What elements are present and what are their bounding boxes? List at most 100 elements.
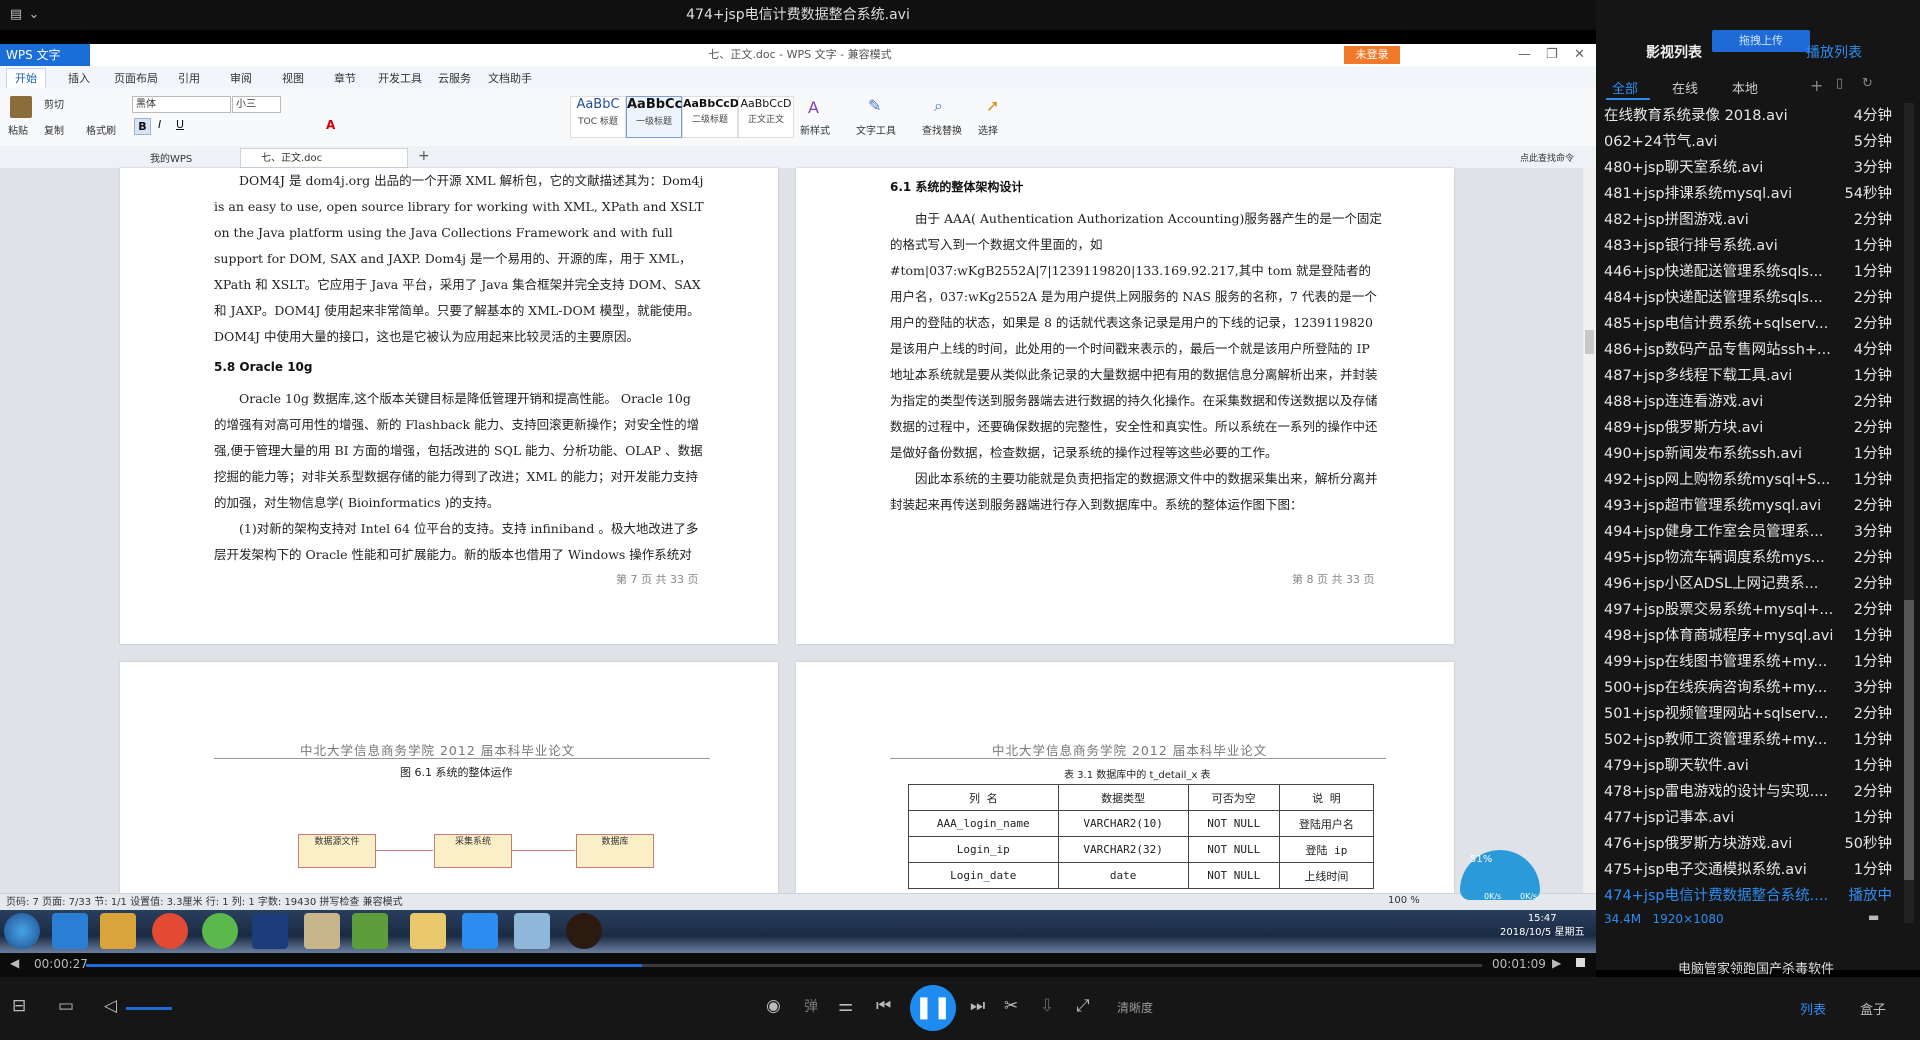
open-folder-icon[interactable]: ▭	[58, 996, 74, 1016]
tab-document[interactable]: 七、正文.doc	[240, 148, 408, 168]
view-icon[interactable]: ◉	[766, 996, 781, 1016]
minimize-icon[interactable]: —	[1518, 44, 1531, 66]
ad-banner[interactable]: 电脑管家领跑国产杀毒软件	[1678, 958, 1834, 977]
pause-button[interactable]: ❚❚	[910, 985, 956, 1031]
taskbar-clock[interactable]: 15:47 2018/10/5 星期五	[1500, 912, 1584, 940]
playlist-item[interactable]: 500+jsp在线疾病咨询系统+my... 3分钟	[1596, 675, 1902, 701]
menu-developer[interactable]: 开发工具	[378, 70, 422, 86]
sidebar-scroll-thumb[interactable]	[1904, 600, 1914, 880]
playlist-item[interactable]: 在线教育系统录像 2018.avi 4分钟	[1596, 103, 1902, 129]
style-body[interactable]: AaBbCcD 正文正文	[738, 96, 794, 138]
playlist-item[interactable]: 486+jsp数码产品专售网站ssh+... 4分钟	[1596, 337, 1902, 363]
chart-app-icon[interactable]	[352, 913, 388, 949]
italic-icon[interactable]: I	[158, 118, 161, 131]
playlist-item[interactable]: 496+jsp小区ADSL上网记费系... 2分钟	[1596, 571, 1902, 597]
app-icon[interactable]	[202, 913, 238, 949]
paste-label[interactable]: 粘贴	[8, 122, 28, 137]
playlist-item[interactable]: 488+jsp连连看游戏.avi 2分钟	[1596, 389, 1902, 415]
cursor-icon[interactable]: ➚	[986, 96, 999, 115]
format-painter-button[interactable]: 格式刷	[86, 122, 116, 137]
underline-icon[interactable]: U	[176, 118, 184, 131]
menu-review[interactable]: 审阅	[230, 70, 252, 86]
prev-frame-icon[interactable]: ◀	[10, 956, 19, 970]
app-icon[interactable]	[100, 913, 136, 949]
folder-icon[interactable]	[410, 913, 446, 949]
playlist-item[interactable]: 477+jsp记事本.avi 1分钟	[1596, 805, 1902, 831]
select-button[interactable]: 选择	[978, 122, 998, 137]
menu-chapter[interactable]: 章节	[334, 70, 356, 86]
menu-view[interactable]: 视图	[282, 70, 304, 86]
tab-all[interactable]: 全部	[1612, 78, 1638, 97]
playlist-item[interactable]: 497+jsp股票交易系统+mysql+... 2分钟	[1596, 597, 1902, 623]
wps-logo[interactable]: WPS 文字	[0, 44, 90, 66]
menu-assistant[interactable]: 文档助手	[488, 70, 532, 86]
login-button[interactable]: 未登录	[1344, 46, 1400, 64]
box-button[interactable]: 盒子	[1860, 999, 1886, 1018]
tool-icon[interactable]	[304, 913, 340, 949]
playlist-item[interactable]: 476+jsp俄罗斯方块游戏.avi 50秒钟	[1596, 831, 1902, 857]
document-scrollbar[interactable]	[1583, 168, 1596, 893]
style-toc[interactable]: AaBbC TOC 标题	[570, 96, 626, 138]
tab-online[interactable]: 在线	[1672, 78, 1698, 97]
new-style-icon[interactable]: A	[808, 98, 819, 117]
playlist-item[interactable]: 446+jsp快递配送管理系统sqls... 1分钟	[1596, 259, 1902, 285]
font-size-select[interactable]: 小三	[232, 96, 281, 113]
add-icon[interactable]: +	[1810, 76, 1823, 95]
zoom-level[interactable]: 100 %	[1388, 895, 1420, 906]
next-frame-icon[interactable]: ▶	[1552, 956, 1561, 970]
copy-button[interactable]: 复制	[44, 122, 64, 137]
wps-taskbar-icon[interactable]	[462, 913, 498, 949]
menu-reference[interactable]: 引用	[178, 70, 200, 86]
start-icon[interactable]	[4, 913, 40, 949]
paste-icon[interactable]	[10, 96, 32, 118]
playlist-item[interactable]: 482+jsp拼图游戏.avi 2分钟	[1596, 207, 1902, 233]
volume-slider[interactable]	[126, 1007, 172, 1010]
chrome-icon[interactable]	[152, 913, 188, 949]
scissors-icon[interactable]: ✂	[1004, 996, 1018, 1016]
playlist-link[interactable]: 播放列表	[1806, 42, 1862, 62]
refresh-icon[interactable]: ↻	[1862, 76, 1873, 91]
menu-start[interactable]: 开始	[6, 68, 46, 89]
playlist-item[interactable]: 475+jsp电子交通模拟系统.avi 1分钟	[1596, 857, 1902, 883]
restore-icon[interactable]: ❐	[1546, 44, 1558, 66]
player-taskbar-icon[interactable]	[566, 913, 602, 949]
stop-icon[interactable]	[1576, 958, 1585, 967]
playlist-item[interactable]: 501+jsp视频管理网站+sqlserv... 2分钟	[1596, 701, 1902, 727]
menu-insert[interactable]: 插入	[68, 70, 90, 86]
file-icon[interactable]: ▯	[1836, 76, 1843, 91]
new-style-button[interactable]: 新样式	[800, 122, 830, 137]
font-name-select[interactable]: 黑体	[132, 96, 231, 113]
playlist-item[interactable]: 479+jsp聊天软件.avi 1分钟	[1596, 753, 1902, 779]
upload-button[interactable]: 拖拽上传	[1712, 30, 1810, 52]
toolbox-icon[interactable]: ⊟	[12, 996, 26, 1016]
text-tools-button[interactable]: 文字工具	[856, 122, 896, 137]
find-replace-button[interactable]: 查找替换	[922, 122, 962, 137]
tab-local[interactable]: 本地	[1732, 78, 1758, 97]
playlist-item[interactable]: 485+jsp电信计费系统+sqlserv... 2分钟	[1596, 311, 1902, 337]
menu-layout[interactable]: 页面布局	[114, 70, 158, 86]
playlist-item[interactable]: 480+jsp聊天室系统.avi 3分钟	[1596, 155, 1902, 181]
quality-button[interactable]: 清晰度	[1117, 999, 1153, 1016]
playlist-item[interactable]: 498+jsp体育商城程序+mysql.avi 1分钟	[1596, 623, 1902, 649]
new-tab-icon[interactable]: +	[418, 148, 430, 164]
playlist-item[interactable]: 481+jsp排课系统mysql.avi 54秒钟	[1596, 181, 1902, 207]
volume-icon[interactable]: ◁	[104, 996, 117, 1016]
previous-icon[interactable]: ⏮	[876, 996, 891, 1016]
playlist-item[interactable]: 483+jsp银行排号系统.avi 1分钟	[1596, 233, 1902, 259]
tab-mywps[interactable]: 我的WPS	[150, 150, 192, 165]
playlist-item[interactable]: 499+jsp在线图书管理系统+my... 1分钟	[1596, 649, 1902, 675]
style-heading1[interactable]: AaBbCc 一级标题	[626, 96, 682, 138]
playlist-item[interactable]: 494+jsp健身工作室会员管理系... 3分钟	[1596, 519, 1902, 545]
document-scroll-thumb[interactable]	[1585, 330, 1594, 354]
app-icon[interactable]	[514, 913, 550, 949]
search-icon[interactable]: ⌕	[934, 96, 943, 116]
cut-button[interactable]: 剪切	[44, 96, 64, 111]
playlist-item[interactable]: 492+jsp网上购物系统mysql+S... 1分钟	[1596, 467, 1902, 493]
bold-icon[interactable]: B	[134, 118, 151, 135]
playlist-item[interactable]: 490+jsp新闻发布系统ssh.avi 1分钟	[1596, 441, 1902, 467]
eclipse-icon[interactable]	[252, 913, 288, 949]
danmu-button[interactable]: 弹	[804, 996, 818, 1016]
ie-icon[interactable]	[52, 913, 88, 949]
text-tools-icon[interactable]: ✎	[868, 96, 881, 115]
download-icon[interactable]: ⇩	[1040, 996, 1054, 1016]
